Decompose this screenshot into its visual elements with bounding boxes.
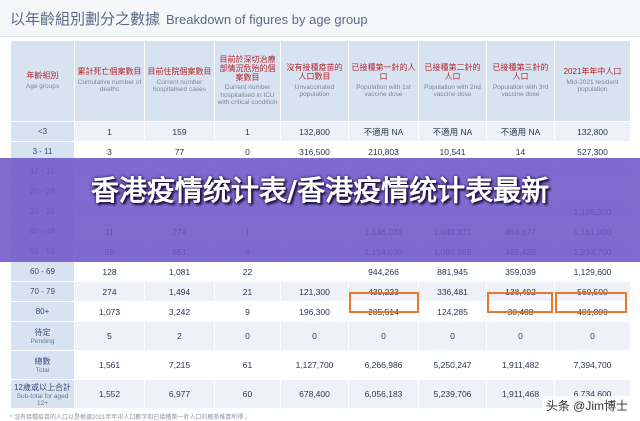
table-cell: 1 (74, 121, 145, 142)
table-cell: 1,552 (74, 379, 145, 409)
table-cell: 359,039 (486, 261, 555, 282)
table-cell: 0 (214, 321, 281, 351)
header-age-group: 年齡組別 Age groups (10, 40, 75, 122)
highlight-box-population-80plus (555, 292, 627, 313)
table-cell: 6,977 (144, 379, 215, 409)
watermark: 头条 @Jim博士 (541, 396, 632, 415)
page-title-en: Breakdown of figures by age group (166, 12, 368, 27)
header-dose2: 已接種第二針的人口 Population with 2nd vaccine dos… (418, 40, 487, 122)
table-cell: 61 (214, 350, 281, 380)
table-cell: 1,129,600 (554, 261, 631, 282)
table-cell: 274 (74, 281, 145, 302)
table-cell: 22 (214, 261, 281, 282)
header-hospitalised: 目前住院個案數目 Current number hospitalised case… (144, 40, 215, 122)
table-cell: 3,242 (144, 301, 215, 322)
overlay-banner: 香港疫情统计表/香港疫情统计表最新 (0, 158, 640, 262)
age-group-cell: 80+ (10, 301, 75, 322)
table-cell: 336,481 (418, 281, 487, 302)
table-row: 總數 Total 1,561 7,215 61 1,127,700 6,266,986 5,2… (10, 350, 631, 380)
table-cell: 1,561 (74, 350, 145, 380)
table-row: 12歲或以上合計 Sub-total for aged 12+ 1,552 6,977… (10, 379, 631, 409)
table-row: <3 1 159 1 132,800 不適用 NA 不適用 NA 不適用 NA 132,800 (10, 121, 631, 142)
page-title: 以年齡組別劃分之數據 Breakdown of figures by age gr… (10, 8, 368, 29)
table-row: 60 - 69 128 1,081 22 944,266 881,945 359,039 1,… (10, 261, 631, 282)
table-row: 待定 Pending 5 2 0 0 0 0 0 0 (10, 321, 631, 351)
table-cell: 0 (418, 321, 487, 351)
table-cell: 5 (74, 321, 145, 351)
table-cell: 1,073 (74, 301, 145, 322)
table-cell: 1,127,700 (280, 350, 349, 380)
table-cell: 678,400 (280, 379, 349, 409)
age-group-cell: 待定 Pending (10, 321, 75, 351)
table-cell (280, 261, 349, 282)
table-cell: 159 (144, 121, 215, 142)
table-cell: 1,081 (144, 261, 215, 282)
table-cell: 2 (144, 321, 215, 351)
table-cell: 7,394,700 (554, 350, 631, 380)
table-cell: 不適用 NA (486, 121, 555, 142)
highlight-box-dose1-80plus (349, 292, 419, 313)
table-cell: 132,800 (554, 121, 631, 142)
table-cell: 1 (214, 121, 281, 142)
header-unvaccinated: 沒有接種疫苗的人口數目 Unvaccinated population (280, 40, 349, 122)
header-icu: 目前於深切治療部情況危殆的個案數目 Current number hospital… (214, 40, 281, 122)
highlight-box-dose3-80plus (487, 292, 553, 313)
table-cell: 6,056,183 (348, 379, 419, 409)
table-cell: 0 (348, 321, 419, 351)
table-cell: 124,285 (418, 301, 487, 322)
table-cell: 不適用 NA (418, 121, 487, 142)
table-cell: 5,250,247 (418, 350, 487, 380)
age-group-cell: <3 (10, 121, 75, 142)
age-group-cell: 60 - 69 (10, 261, 75, 282)
table-cell: 121,300 (280, 281, 349, 302)
footnote: * 沒有接種疫苗的人口以是根據2021年年中人口數字和已接種第一針人口的概差推算… (10, 415, 252, 421)
table-header-row: 年齡組別 Age groups 累計死亡個案數目 Cumulative number… (10, 40, 631, 122)
age-group-cell: 70 - 79 (10, 281, 75, 302)
age-group-cell: 總數 Total (10, 350, 75, 380)
table-cell: 128 (74, 261, 145, 282)
table-cell: 1,911,482 (486, 350, 555, 380)
table-cell: 132,800 (280, 121, 349, 142)
header-population: 2021年年中人口 Mid-2021 resident population (554, 40, 631, 122)
table-cell: 0 (280, 321, 349, 351)
table-cell: 5,239,706 (418, 379, 487, 409)
table-cell: 7,215 (144, 350, 215, 380)
page-title-zh: 以年齡組別劃分之數據 (10, 11, 161, 28)
table-cell: 881,945 (418, 261, 487, 282)
header-dose1: 已接種第一針的人口 Population with 1st vaccine dos… (348, 40, 419, 122)
table-cell: 6,266,986 (348, 350, 419, 380)
age-group-cell: 12歲或以上合計 Sub-total for aged 12+ (10, 379, 75, 409)
table-cell: 1,494 (144, 281, 215, 302)
table-cell: 21 (214, 281, 281, 302)
table-cell: 944,266 (348, 261, 419, 282)
table-cell: 60 (214, 379, 281, 409)
header-deaths: 累計死亡個案數目 Cumulative number of deaths (74, 40, 145, 122)
title-bar: 以年齡組別劃分之數據 Breakdown of figures by age gr… (0, 0, 640, 37)
table-cell: 0 (554, 321, 631, 351)
table-cell: 9 (214, 301, 281, 322)
header-dose3: 已接種第三針的人口 Population with 3rd vaccine dos… (486, 40, 555, 122)
banner-text: 香港疫情统计表/香港疫情统计表最新 (90, 174, 550, 207)
table-cell: 196,300 (280, 301, 349, 322)
table-cell: 不適用 NA (348, 121, 419, 142)
table-cell: 0 (486, 321, 555, 351)
